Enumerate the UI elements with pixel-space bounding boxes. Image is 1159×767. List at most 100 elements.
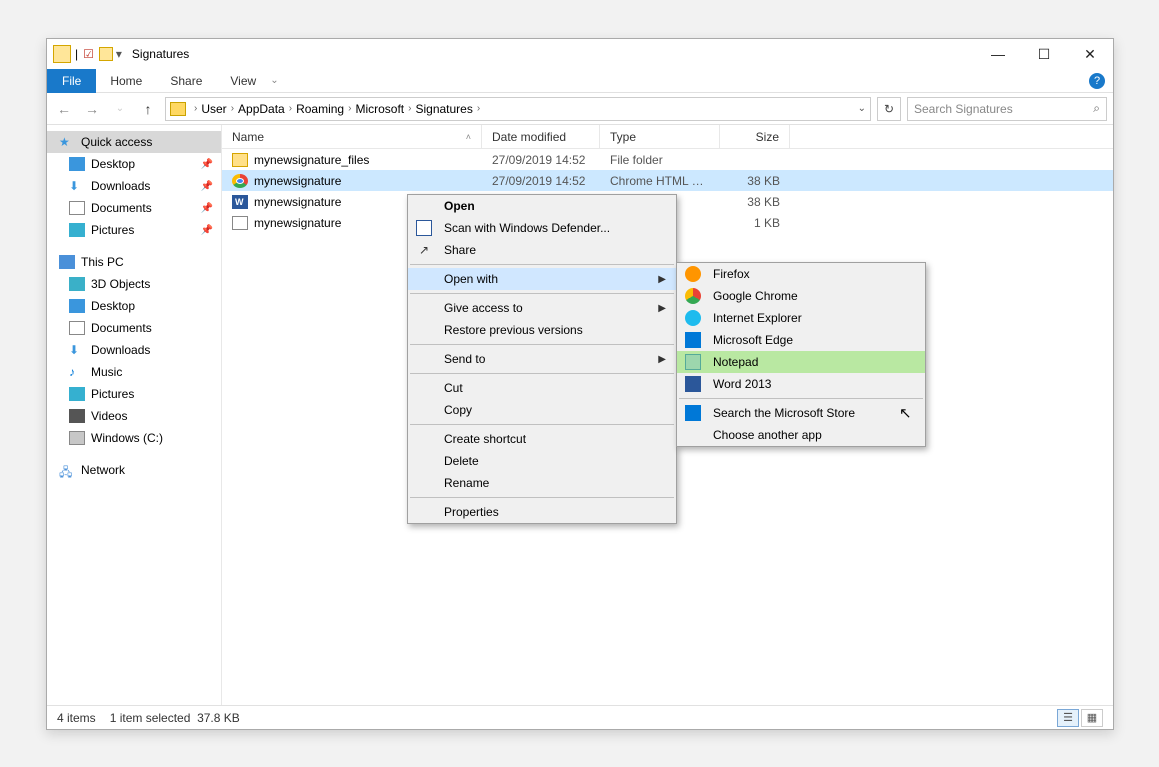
- openwith-item-firefox[interactable]: Firefox: [677, 263, 925, 285]
- file-tab[interactable]: File: [47, 69, 96, 93]
- forward-button[interactable]: →: [81, 98, 103, 120]
- folder-icon: [53, 45, 71, 63]
- openwith-item-internet-explorer[interactable]: Internet Explorer: [677, 307, 925, 329]
- openwith-item-search-the-microsoft-store[interactable]: Search the Microsoft Store: [677, 402, 925, 424]
- nav-label: Windows (C:): [91, 431, 163, 445]
- refresh-button[interactable]: ↻: [877, 97, 901, 121]
- search-placeholder: Search Signatures: [914, 102, 1013, 116]
- qat-check-icon[interactable]: ☑: [83, 47, 94, 61]
- nav-item-documents[interactable]: Documents: [47, 317, 221, 339]
- menu-label: Cut: [444, 381, 463, 395]
- pics-icon: [69, 223, 85, 237]
- nav-label: Documents: [91, 321, 152, 335]
- nav-item-pictures[interactable]: Pictures: [47, 383, 221, 405]
- menu-item-scan-with-windows-defender-[interactable]: Scan with Windows Defender...: [408, 217, 676, 239]
- file-size: 38 KB: [720, 174, 790, 188]
- nav-item-downloads[interactable]: ⬇Downloads: [47, 339, 221, 361]
- file-name: mynewsignature: [254, 174, 341, 188]
- history-dropdown[interactable]: ⌄: [109, 98, 131, 120]
- menu-item-open-with[interactable]: Open with▶: [408, 268, 676, 290]
- nav-this-pc[interactable]: This PC: [47, 251, 221, 273]
- menu-item-open[interactable]: Open: [408, 195, 676, 217]
- nav-label: Desktop: [91, 299, 135, 313]
- qat-folder-icon[interactable]: [99, 47, 113, 61]
- breadcrumb-seg[interactable]: Microsoft: [355, 102, 404, 116]
- ribbon-collapse-icon[interactable]: ⌄: [270, 75, 278, 86]
- nav-item-3d-objects[interactable]: 3D Objects: [47, 273, 221, 295]
- nav-item-downloads[interactable]: ⬇Downloads📌: [47, 175, 221, 197]
- nav-item-desktop[interactable]: Desktop 📌: [47, 153, 221, 175]
- pin-icon: 📌: [201, 159, 213, 170]
- breadcrumb-seg[interactable]: User: [201, 102, 226, 116]
- menu-label: Create shortcut: [444, 432, 526, 446]
- openwith-item-notepad[interactable]: Notepad: [677, 351, 925, 373]
- menu-label: Copy: [444, 403, 472, 417]
- menu-item-share[interactable]: ↗Share: [408, 239, 676, 261]
- nav-quick-access[interactable]: ★ Quick access: [47, 131, 221, 153]
- nav-pane: ★ Quick access Desktop📌⬇Downloads📌Docume…: [47, 125, 222, 705]
- qat-dropdown[interactable]: ▾: [116, 47, 122, 61]
- help-icon[interactable]: ?: [1089, 73, 1105, 89]
- menu-item-send-to[interactable]: Send to▶: [408, 348, 676, 370]
- chevron-right-icon: ›: [289, 103, 292, 114]
- nav-item-videos[interactable]: Videos: [47, 405, 221, 427]
- search-input[interactable]: Search Signatures ⌕: [907, 97, 1107, 121]
- menu-label: Internet Explorer: [713, 311, 802, 325]
- word-icon: [232, 195, 248, 209]
- nav-item-desktop[interactable]: Desktop: [47, 295, 221, 317]
- menu-item-restore-previous-versions[interactable]: Restore previous versions: [408, 319, 676, 341]
- breadcrumb-seg[interactable]: AppData: [238, 102, 285, 116]
- file-date: 27/09/2019 14:52: [482, 174, 600, 188]
- col-type[interactable]: Type: [600, 125, 720, 148]
- menu-item-give-access-to[interactable]: Give access to▶: [408, 297, 676, 319]
- pin-icon: 📌: [201, 181, 213, 192]
- nav-label: Desktop: [91, 157, 135, 171]
- nav-item-music[interactable]: ♪Music: [47, 361, 221, 383]
- view-icons-button[interactable]: ▦: [1081, 709, 1103, 727]
- tab-home[interactable]: Home: [96, 69, 156, 93]
- minimize-button[interactable]: —: [975, 39, 1021, 69]
- openwith-item-microsoft-edge[interactable]: Microsoft Edge: [677, 329, 925, 351]
- nav-network[interactable]: 🖧 Network: [47, 459, 221, 481]
- file-row[interactable]: mynewsignature_files27/09/2019 14:52File…: [222, 149, 1113, 170]
- menu-item-delete[interactable]: Delete: [408, 450, 676, 472]
- openwith-item-google-chrome[interactable]: Google Chrome: [677, 285, 925, 307]
- tab-share[interactable]: Share: [156, 69, 216, 93]
- w13-icon: [685, 376, 701, 392]
- menu-item-copy[interactable]: Copy: [408, 399, 676, 421]
- tab-view[interactable]: View: [216, 69, 270, 93]
- breadcrumb-seg[interactable]: Signatures: [415, 102, 472, 116]
- address-bar[interactable]: › User › AppData › Roaming › Microsoft ›…: [165, 97, 871, 121]
- up-button[interactable]: ↑: [137, 98, 159, 120]
- col-name[interactable]: Name˄: [222, 125, 482, 148]
- maximize-button[interactable]: ☐: [1021, 39, 1067, 69]
- close-button[interactable]: ✕: [1067, 39, 1113, 69]
- nav-label: Documents: [91, 201, 152, 215]
- breadcrumb-seg[interactable]: Roaming: [296, 102, 344, 116]
- view-details-button[interactable]: ☰: [1057, 709, 1079, 727]
- docs-icon: [69, 201, 85, 215]
- nav-item-documents[interactable]: Documents📌: [47, 197, 221, 219]
- menu-item-create-shortcut[interactable]: Create shortcut: [408, 428, 676, 450]
- menu-separator: [679, 398, 923, 399]
- file-row[interactable]: mynewsignature27/09/2019 14:52Chrome HTM…: [222, 170, 1113, 191]
- status-bar: 4 items 1 item selected 37.8 KB ☰ ▦: [47, 705, 1113, 729]
- menu-separator: [410, 424, 674, 425]
- openwith-item-word-2013[interactable]: Word 2013: [677, 373, 925, 395]
- address-dropdown-icon[interactable]: ⌄: [858, 103, 866, 114]
- menu-item-properties[interactable]: Properties: [408, 501, 676, 523]
- menu-item-rename[interactable]: Rename: [408, 472, 676, 494]
- openwith-item-choose-another-app[interactable]: Choose another app: [677, 424, 925, 446]
- chevron-right-icon: ›: [408, 103, 411, 114]
- col-size[interactable]: Size: [720, 125, 790, 148]
- back-button[interactable]: ←: [53, 98, 75, 120]
- desktop-icon: [69, 299, 85, 313]
- menu-item-cut[interactable]: Cut: [408, 377, 676, 399]
- status-items: 4 items: [57, 711, 96, 725]
- search-icon: ⌕: [1093, 101, 1100, 116]
- nav-item-pictures[interactable]: Pictures📌: [47, 219, 221, 241]
- nav-label: This PC: [81, 255, 124, 269]
- menu-label: Share: [444, 243, 476, 257]
- col-date[interactable]: Date modified: [482, 125, 600, 148]
- nav-item-windows-c-[interactable]: Windows (C:): [47, 427, 221, 449]
